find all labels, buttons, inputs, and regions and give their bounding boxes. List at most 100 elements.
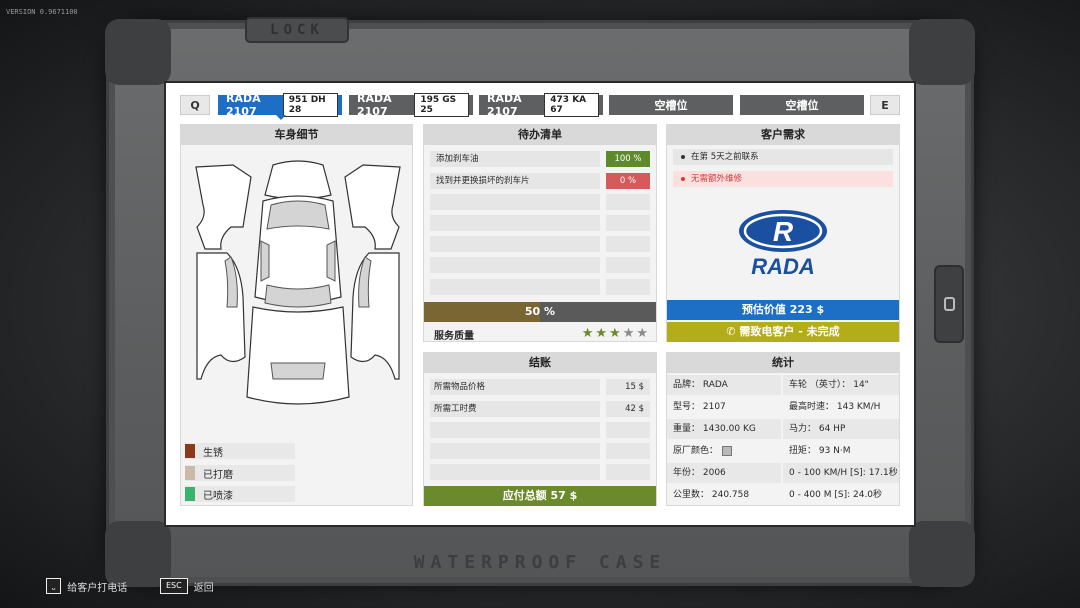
call-customer-status[interactable]: ✆ 需致电客户 - 未完成: [667, 322, 899, 342]
task-label: 找到并更换损坏的刹车片: [430, 173, 600, 189]
tablet-screen: Q RADA 2107 951 DH 28 RADA 2107 195 GS 2…: [164, 81, 916, 527]
checkout-panel: 结账 所需物品价格 15 $ 所需工时费 42 $ 应付总额 57 $: [423, 352, 657, 506]
stat-brand: 品牌： RADA: [667, 375, 781, 395]
license-plate: 951 DH 28: [282, 93, 338, 117]
lock-tab[interactable]: LOCK: [245, 17, 349, 43]
bill-value: 15 $: [606, 379, 650, 395]
estimated-value-bar: 预估价值 223 $: [667, 300, 899, 320]
call-customer-hint[interactable]: ⎵ 给客户打电话: [46, 578, 127, 594]
progress-text: 50 %: [524, 305, 556, 318]
car-name: RADA 2107: [226, 92, 261, 118]
car-slot-1[interactable]: RADA 2107 951 DH 28: [218, 92, 342, 118]
bullet-icon: [681, 176, 685, 181]
tablet-side-button[interactable]: [934, 265, 964, 343]
rada-logo: R RADA: [739, 210, 827, 277]
legend-painted: 已喷漆: [185, 486, 295, 502]
factory-color-swatch: [722, 445, 733, 456]
task-row-empty: [430, 236, 650, 252]
requirement-text: 在第 5天之前联系: [691, 152, 759, 162]
task-row-empty: [430, 279, 650, 295]
stats-panel: 统计 品牌： RADA 车轮 （英寸）： 14" 型号： 2107 最高时速： …: [666, 352, 900, 506]
star-empty-icon: ★: [636, 326, 648, 341]
sanded-swatch: [185, 466, 195, 480]
bill-row-empty: [430, 464, 650, 480]
task-row-empty: [430, 257, 650, 273]
task-row[interactable]: 添加刹车油 100 %: [430, 151, 650, 167]
svg-text:RADA: RADA: [751, 254, 815, 277]
active-slot-pointer: [276, 115, 286, 120]
task-row[interactable]: 找到并更换损坏的刹车片 0 %: [430, 173, 650, 189]
hint-label: 给客户打电话: [67, 582, 128, 594]
stat-horsepower: 马力： 64 HP: [783, 419, 899, 439]
license-plate: 195 GS 25: [414, 93, 469, 117]
task-progress: 0 %: [606, 173, 650, 189]
requirement-text: 无需额外维修: [691, 174, 743, 184]
legend-label: 已打磨: [203, 469, 233, 481]
customer-panel: 客户需求 在第 5天之前联系 无需额外维修 R RADA 预估价值 223 $ …: [666, 124, 900, 342]
car-slot-2[interactable]: RADA 2107 195 GS 25: [349, 92, 473, 118]
panel-title: 结账: [424, 353, 656, 373]
task-row-empty: [430, 194, 650, 210]
legend-label: 已喷漆: [203, 490, 233, 502]
total-due-bar: 应付总额 57 $: [424, 486, 656, 506]
stat-weight: 重量： 1430.00 KG: [667, 419, 781, 439]
empty-slot-2[interactable]: 空槽位: [740, 95, 864, 115]
service-quality-label: 服务质量: [434, 330, 474, 342]
legend-sanded: 已打磨: [185, 465, 295, 481]
legend-rust: 生锈: [185, 443, 295, 459]
stat-wheels: 车轮 （英寸）： 14": [783, 375, 899, 395]
rust-swatch: [185, 444, 195, 458]
star-empty-icon: ★: [622, 326, 635, 341]
panel-title: 统计: [667, 353, 899, 373]
stat-model: 型号： 2107: [667, 397, 781, 417]
case-corner: [105, 19, 171, 85]
esc-key-icon: ESC: [160, 578, 188, 594]
stat-label: 原厂颜色：: [673, 446, 719, 456]
legend-label: 生锈: [203, 447, 223, 459]
star-filled-icon: ★: [595, 326, 608, 341]
task-progress: 100 %: [606, 151, 650, 167]
svg-text:R: R: [773, 216, 794, 247]
bill-row-empty: [430, 443, 650, 459]
star-filled-icon: ★: [609, 326, 621, 341]
bill-row: 所需工时费 42 $: [430, 401, 650, 417]
back-hint[interactable]: ESC 返回: [160, 578, 214, 594]
bill-label: 所需工时费: [430, 401, 600, 417]
stat-acceleration-400: 0 - 400 M [S]: 24.0秒: [783, 485, 899, 505]
requirement-row: 在第 5天之前联系: [673, 149, 893, 165]
prev-slot-key[interactable]: Q: [180, 95, 210, 115]
license-plate: 473 KA 67: [544, 93, 599, 117]
car-name: RADA 2107: [487, 92, 522, 118]
todo-panel: 待办清单 添加刹车油 100 % 找到并更换损坏的刹车片 0 % 50 % 服务…: [423, 124, 657, 342]
panel-title: 客户需求: [667, 125, 899, 145]
bill-label: 所需物品价格: [430, 379, 600, 395]
painted-swatch: [185, 487, 195, 501]
stat-mileage: 公里数： 240.758: [667, 485, 781, 505]
call-status-text: 需致电客户 - 未完成: [739, 325, 840, 338]
overall-progress-bar: 50 %: [424, 302, 656, 322]
stat-year: 年份： 2006: [667, 463, 781, 483]
stat-top-speed: 最高时速： 143 KM/H: [783, 397, 899, 417]
empty-slot-1[interactable]: 空槽位: [609, 95, 733, 115]
case-label: WATERPROOF CASE: [413, 552, 667, 573]
stat-acceleration-100: 0 - 100 KM/H [S]: 17.1秒: [783, 463, 899, 483]
panel-title: 待办清单: [424, 125, 656, 145]
panel-title: 车身细节: [181, 125, 412, 145]
car-body-diagram[interactable]: [191, 157, 405, 417]
body-details-panel: 车身细节 生锈 已打磨 已喷漆: [180, 124, 413, 506]
hint-label: 返回: [193, 582, 214, 594]
square-icon: [944, 297, 955, 311]
car-name: RADA 2107: [357, 92, 392, 118]
bill-row: 所需物品价格 15 $: [430, 379, 650, 395]
phone-icon: ✆: [726, 325, 736, 338]
bullet-icon: [681, 154, 685, 159]
task-label: 添加刹车油: [430, 151, 600, 167]
service-quality-row: 服务质量 ★ ★ ★ ★ ★: [434, 326, 648, 342]
task-row-empty: [430, 215, 650, 231]
next-slot-key[interactable]: E: [870, 95, 900, 115]
car-slot-3[interactable]: RADA 2107 473 KA 67: [479, 92, 603, 118]
stat-torque: 扭矩： 93 N·M: [783, 441, 899, 461]
star-filled-icon: ★: [581, 326, 594, 341]
case-corner: [909, 19, 975, 85]
space-key-icon: ⎵: [46, 578, 62, 594]
